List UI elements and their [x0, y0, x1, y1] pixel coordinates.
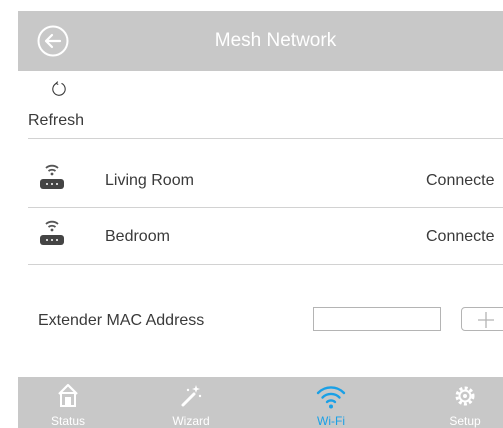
device-name: Living Room — [105, 172, 194, 189]
refresh-button[interactable]: Refresh — [28, 81, 108, 131]
device-name: Bedroom — [105, 228, 170, 245]
device-status: Connecte — [426, 228, 495, 245]
home-icon — [58, 383, 78, 407]
bottom-tab-bar: Status Wizard Wi-Fi Setup — [18, 377, 503, 428]
mac-address-input[interactable] — [313, 307, 441, 331]
divider — [28, 207, 503, 208]
device-status: Connecte — [426, 172, 495, 189]
header-bar: Mesh Network — [18, 11, 503, 71]
device-row-living-room[interactable]: Living Room Connecte — [28, 154, 503, 208]
add-extender-button[interactable] — [461, 307, 503, 331]
gear-icon — [455, 386, 475, 406]
mac-address-label: Extender MAC Address — [38, 312, 205, 329]
page-title: Mesh Network — [214, 30, 337, 51]
refresh-label: Refresh — [28, 112, 85, 129]
tab-wifi[interactable]: Wi-Fi — [291, 377, 371, 428]
device-row-bedroom[interactable]: Bedroom Connecte — [28, 210, 503, 264]
wifi-icon — [316, 386, 346, 409]
tab-setup[interactable]: Setup — [425, 377, 503, 428]
refresh-icon — [52, 81, 66, 96]
tab-wizard[interactable]: Wizard — [151, 377, 231, 428]
router-icon — [40, 164, 64, 189]
divider — [28, 264, 503, 265]
router-icon — [40, 220, 64, 245]
plus-icon — [478, 312, 494, 328]
tab-label: Wizard — [172, 414, 210, 428]
tab-label: Setup — [449, 414, 481, 428]
magic-wand-icon — [181, 385, 202, 407]
divider — [28, 138, 503, 139]
tab-label: Wi-Fi — [317, 414, 345, 428]
tab-status[interactable]: Status — [28, 377, 108, 428]
tab-label: Status — [50, 414, 86, 428]
